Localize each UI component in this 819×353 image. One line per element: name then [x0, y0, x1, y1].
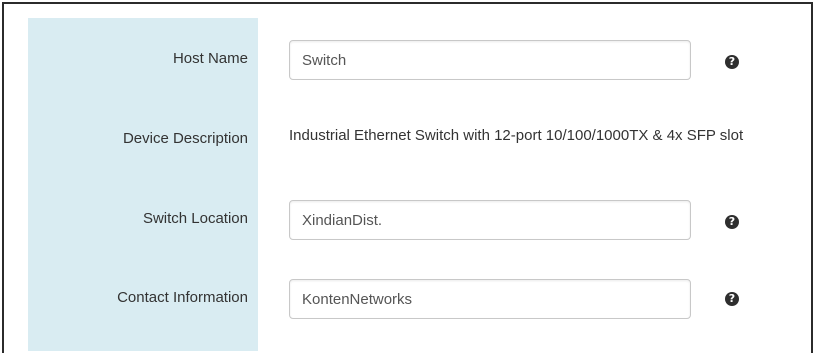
contact-information-help-icon[interactable]: ?: [725, 292, 739, 306]
switch-location-input[interactable]: [289, 200, 691, 240]
switch-location-label: Switch Location: [142, 210, 248, 227]
host-name-label: Host Name: [172, 50, 248, 67]
switch-location-help-icon[interactable]: ?: [725, 215, 739, 229]
host-name-help-icon[interactable]: ?: [725, 55, 739, 69]
contact-information-input[interactable]: [289, 279, 691, 319]
device-description-value: Industrial Ethernet Switch with 12-port …: [289, 127, 744, 144]
device-description-label: Device Description: [122, 130, 248, 147]
host-name-input[interactable]: [289, 40, 691, 80]
contact-information-label: Contact Information: [117, 289, 248, 306]
